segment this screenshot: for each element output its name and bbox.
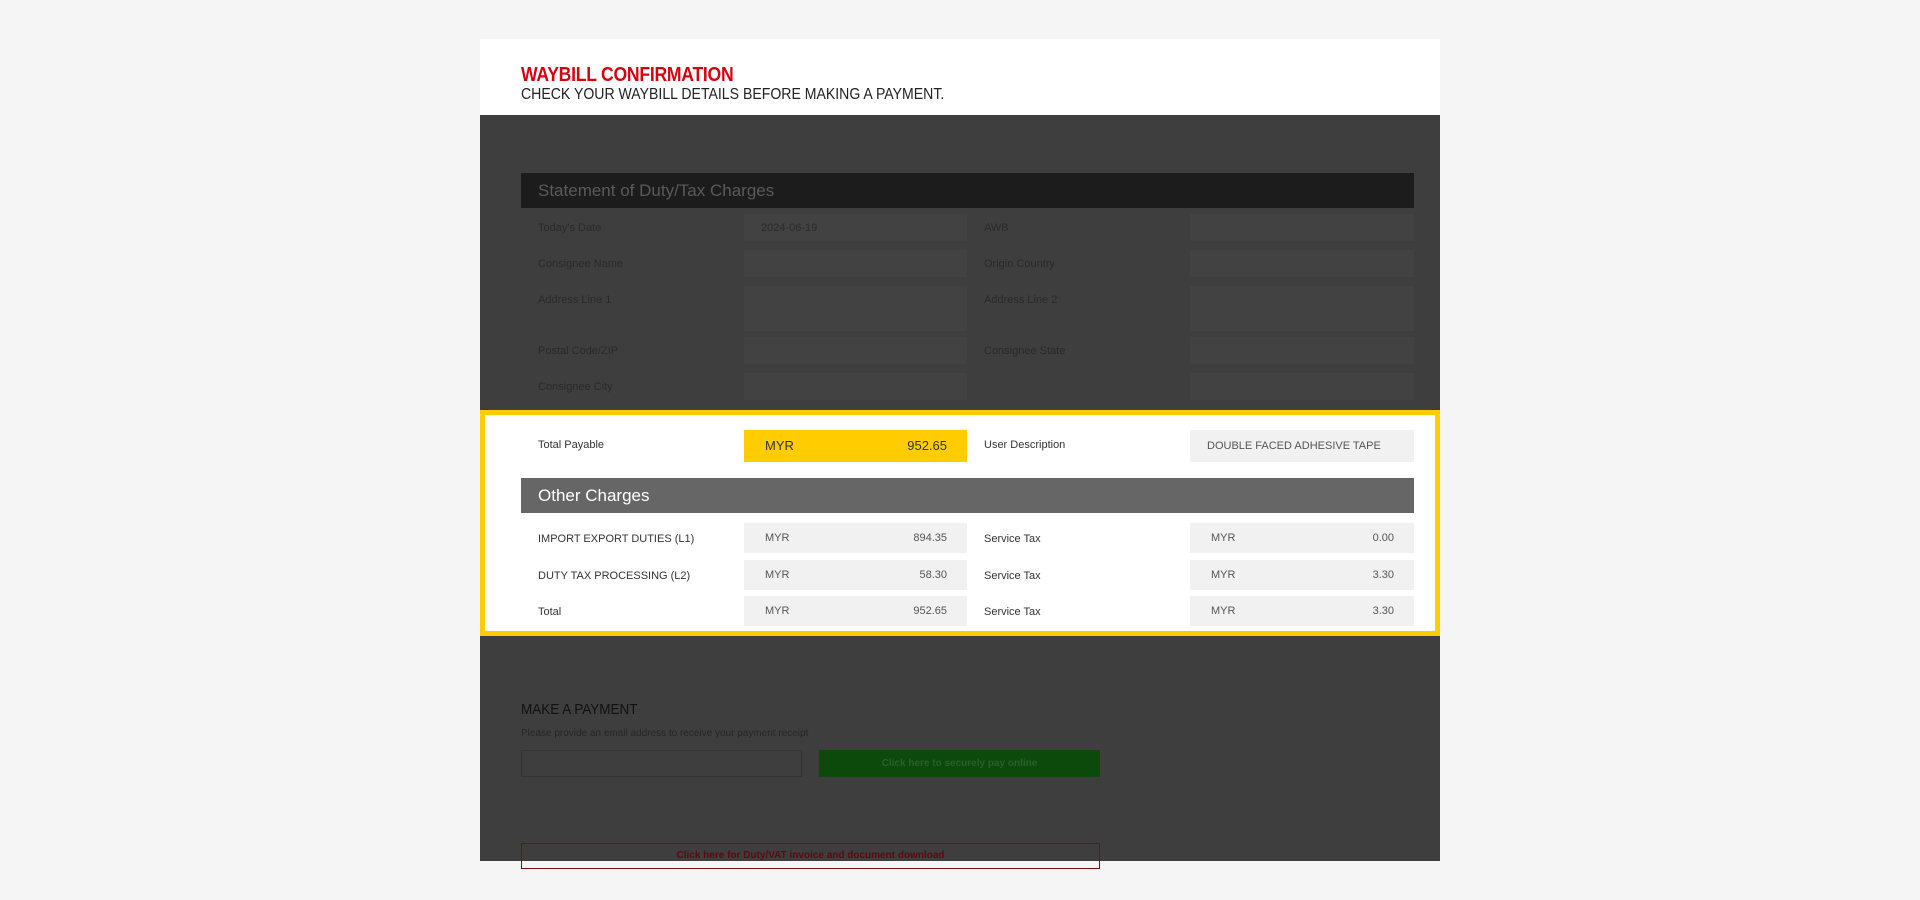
charge-amount-l1: MYR 894.35 bbox=[744, 523, 967, 553]
todays-date-value: 2024-06-19 bbox=[761, 222, 818, 234]
service-tax-l2: MYR 3.30 bbox=[1190, 560, 1414, 590]
todays-date-field: 2024-06-19 bbox=[744, 214, 967, 241]
tax-amount: 3.30 bbox=[1372, 605, 1394, 617]
invoice-download-button[interactable]: Click here for Duty/VAT invoice and docu… bbox=[521, 843, 1100, 869]
user-description-label: User Description bbox=[984, 439, 1066, 451]
charge-label-l2: DUTY TAX PROCESSING (L2) bbox=[538, 570, 691, 582]
postal-code-field bbox=[744, 337, 967, 364]
statement-section-header: Statement of Duty/Tax Charges bbox=[521, 173, 1414, 208]
service-tax-label: Service Tax bbox=[984, 533, 1041, 545]
tax-currency: MYR bbox=[1211, 605, 1236, 617]
service-tax-label: Service Tax bbox=[984, 570, 1041, 582]
origin-country-label: Origin Country bbox=[984, 258, 1055, 270]
address-line-2-label: Address Line 2 bbox=[984, 294, 1058, 306]
consignee-name-label: Consignee Name bbox=[538, 258, 623, 270]
charge-label-l1: IMPORT EXPORT DUTIES (L1) bbox=[538, 533, 695, 545]
charge-amount: 894.35 bbox=[913, 532, 947, 544]
user-description-value: DOUBLE FACED ADHESIVE TAPE bbox=[1207, 440, 1381, 452]
awb-field bbox=[1190, 214, 1414, 241]
page-title: WAYBILL CONFIRMATION bbox=[521, 64, 734, 86]
charge-amount-l2: MYR 58.30 bbox=[744, 560, 967, 590]
charge-amount: 58.30 bbox=[919, 569, 947, 581]
page-header: WAYBILL CONFIRMATION CHECK YOUR WAYBILL … bbox=[480, 39, 1440, 115]
page-subtitle: CHECK YOUR WAYBILL DETAILS BEFORE MAKING… bbox=[521, 86, 945, 103]
tax-currency: MYR bbox=[1211, 569, 1236, 581]
total-payable-amount: 952.65 bbox=[907, 438, 947, 453]
highlighted-charges-panel: Total Payable MYR 952.65 User Descriptio… bbox=[480, 410, 1440, 636]
total-payable-currency: MYR bbox=[765, 438, 794, 453]
tax-amount: 0.00 bbox=[1372, 532, 1394, 544]
charge-amount-total: MYR 952.65 bbox=[744, 596, 967, 626]
tax-amount: 3.30 bbox=[1372, 569, 1394, 581]
consignee-city-field bbox=[744, 373, 967, 400]
payment-hint: Please provide an email address to recei… bbox=[521, 728, 809, 739]
make-payment-title: MAKE A PAYMENT bbox=[521, 701, 638, 718]
tax-currency: MYR bbox=[1211, 532, 1236, 544]
email-input[interactable] bbox=[521, 750, 802, 777]
consignee-state-field bbox=[1190, 337, 1414, 364]
address-line-1-field bbox=[744, 286, 967, 331]
consignee-name-field bbox=[744, 250, 967, 277]
consignee-state-label: Consignee State bbox=[984, 345, 1066, 357]
charge-amount: 952.65 bbox=[913, 605, 947, 617]
consignee-city-label: Consignee City bbox=[538, 381, 613, 393]
service-tax-l1: MYR 0.00 bbox=[1190, 523, 1414, 553]
address-line-2-field bbox=[1190, 286, 1414, 331]
charge-currency: MYR bbox=[765, 532, 790, 544]
origin-country-field bbox=[1190, 250, 1414, 277]
address-line-1-label: Address Line 1 bbox=[538, 294, 612, 306]
service-tax-total: MYR 3.30 bbox=[1190, 596, 1414, 626]
consignee-city-right-field bbox=[1190, 373, 1414, 400]
pay-online-button[interactable]: Click here to securely pay online bbox=[819, 750, 1100, 777]
awb-label: AWB bbox=[984, 222, 1009, 234]
total-payable-label: Total Payable bbox=[538, 439, 605, 451]
service-tax-label: Service Tax bbox=[984, 606, 1041, 618]
charge-label-total: Total bbox=[538, 606, 562, 618]
postal-code-label: Postal Code/ZIP bbox=[538, 345, 619, 357]
todays-date-label: Today's Date bbox=[538, 222, 602, 234]
charge-currency: MYR bbox=[765, 605, 790, 617]
charge-currency: MYR bbox=[765, 569, 790, 581]
other-charges-header: Other Charges bbox=[521, 478, 1414, 513]
user-description-field: DOUBLE FACED ADHESIVE TAPE bbox=[1190, 430, 1414, 462]
total-payable-box: MYR 952.65 bbox=[744, 430, 967, 462]
